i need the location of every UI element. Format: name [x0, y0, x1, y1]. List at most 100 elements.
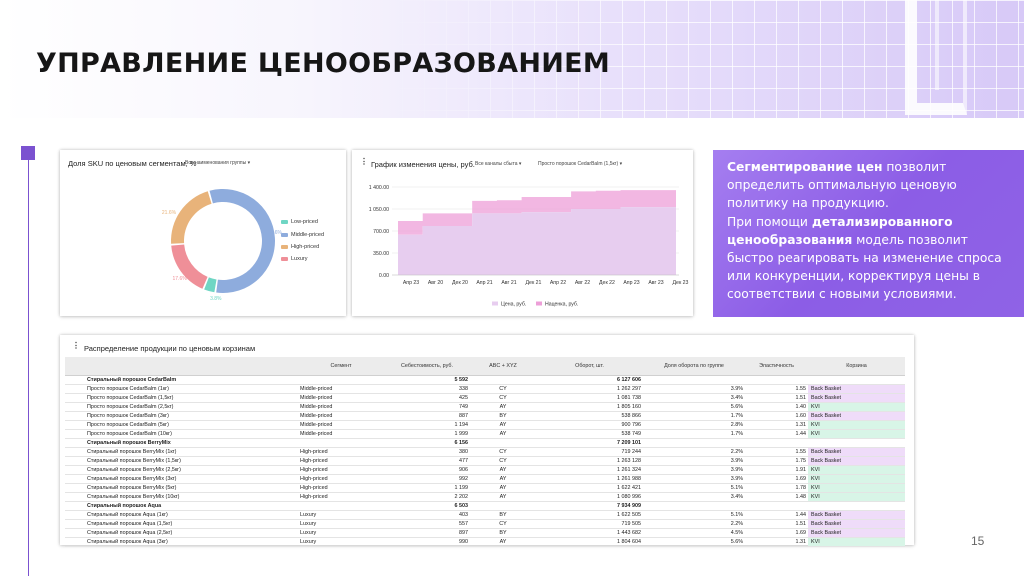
col-header-basket[interactable]: Корзина	[808, 357, 905, 376]
table-row[interactable]: Стиральный порошок Aqua (1,5кг) Luxury 557…	[65, 519, 905, 529]
cell-abc	[470, 375, 536, 385]
cell-elasticity	[745, 438, 808, 448]
table-row[interactable]: Просто порошок CedarBalm (10кг) Middle-pr…	[65, 429, 905, 439]
cell-turnover: 7 209 101	[536, 438, 643, 448]
cell-cost: 1 999	[384, 429, 470, 439]
cell-abc: AY	[470, 402, 536, 412]
cell-share: 3.4%	[643, 393, 745, 403]
donut-slice-middle-priced[interactable]	[209, 189, 275, 293]
cell-basket: Back Basket	[808, 411, 905, 421]
table-group-row[interactable]: Стиральный порошок CedarBalm 5 592 6 127 6…	[65, 375, 905, 385]
donut-slice-high-priced[interactable]	[171, 191, 212, 244]
cell-basket: Back Basket	[808, 456, 905, 466]
legend-middle-priced: Middle-priced	[281, 232, 324, 238]
table-row[interactable]: Просто порошок CedarBalm (2,5кг) Middle-p…	[65, 402, 905, 412]
cell-product: Стиральный порошок BerryMix (1,5кг)	[65, 456, 298, 466]
legend-label-low: Low-priced	[291, 219, 318, 225]
donut-slice-luxury[interactable]	[171, 244, 208, 289]
cell-product: Просто порошок CedarBalm (3кг)	[65, 411, 298, 421]
table-row[interactable]: Стиральный порошок BerryMix (1кг) High-pr…	[65, 447, 905, 457]
cell-share: 3.9%	[643, 465, 745, 475]
cell-basket: Back Basket	[808, 447, 905, 457]
cell-turnover: 1 804 604	[536, 537, 643, 547]
cell-elasticity	[745, 501, 808, 511]
swatch-luxury	[281, 256, 288, 261]
table-group-row[interactable]: Стиральный порошок BerryMix 6 156 7 209 10…	[65, 438, 905, 448]
cell-elasticity	[745, 375, 808, 385]
col-header-segment[interactable]: Сегмент	[298, 357, 384, 376]
cell-turnover: 1 622 421	[536, 483, 643, 493]
cell-turnover: 538 866	[536, 411, 643, 421]
cell-share: 2.8%	[643, 420, 745, 430]
table-row[interactable]: Стиральный порошок Aqua (2,5кг) Luxury 897…	[65, 528, 905, 538]
cell-abc: AY	[470, 429, 536, 439]
table-row[interactable]: Просто порошок CedarBalm (1кг) Middle-pri…	[65, 384, 905, 394]
table-row[interactable]: Стиральный порошок BerryMix (1,5кг) High-…	[65, 456, 905, 466]
cell-share: 3.9%	[643, 474, 745, 484]
col-header-turnover[interactable]: Оборот, шт.	[536, 357, 643, 376]
table-row[interactable]: Стиральный порошок BerryMix (2,5кг) High-…	[65, 465, 905, 475]
cell-segment: Middle-priced	[298, 384, 384, 394]
cell-cost: 6 503	[384, 501, 470, 511]
cell-segment: High-priced	[298, 483, 384, 493]
cell-elasticity: 1.40	[745, 402, 808, 412]
cell-cost: 887	[384, 411, 470, 421]
x-tick-label: Авг 20	[428, 280, 443, 286]
y-tick-label: 0.00	[379, 273, 389, 279]
cell-elasticity: 1.48	[745, 492, 808, 502]
cell-cost: 557	[384, 519, 470, 529]
cell-share: 4.5%	[643, 528, 745, 538]
table-row[interactable]: Стиральный порошок BerryMix (10кг) High-p…	[65, 492, 905, 502]
cell-turnover: 1 261 988	[536, 474, 643, 484]
cell-product: Стиральный порошок BerryMix (5кг)	[65, 483, 298, 493]
table-group-row[interactable]: Стиральный порошок Aqua 6 503 7 934 909	[65, 501, 905, 511]
accent-line	[28, 150, 29, 576]
y-tick-label: 1 400.00	[369, 185, 389, 191]
table-row[interactable]: Стиральный порошок Aqua (3кг) Luxury 990 AY…	[65, 537, 905, 547]
cell-basket: KVI	[808, 492, 905, 502]
cell-elasticity: 1.75	[745, 456, 808, 466]
cell-cost: 1 194	[384, 420, 470, 430]
more-vert-icon[interactable]: ⋮	[72, 341, 80, 350]
cell-share: 2.2%	[643, 519, 745, 529]
table-row[interactable]: Просто порошок CedarBalm (3кг) Middle-pri…	[65, 411, 905, 421]
cell-cost: 2 202	[384, 492, 470, 502]
cell-basket: KVI	[808, 429, 905, 439]
cell-product: Просто порошок CedarBalm (2,5кг)	[65, 402, 298, 412]
cell-cost: 897	[384, 528, 470, 538]
cell-turnover: 900 796	[536, 420, 643, 430]
cell-cost: 992	[384, 474, 470, 484]
table-row[interactable]: Просто порошок CedarBalm (5кг) Middle-pri…	[65, 420, 905, 430]
cell-elasticity: 1.31	[745, 537, 808, 547]
table-row[interactable]: Стиральный порошок Aqua (1кг) Luxury 403 BY…	[65, 510, 905, 520]
table-row[interactable]: Стиральный порошок BerryMix (3кг) High-pr…	[65, 474, 905, 484]
page-title: УПРАВЛЕНИЕ ЦЕНООБРАЗОВАНИЕМ	[36, 48, 611, 79]
cell-abc: CY	[470, 456, 536, 466]
cell-elasticity: 1.44	[745, 429, 808, 439]
x-tick-label: Дек 23	[673, 280, 689, 286]
x-tick-label: Авг 22	[575, 280, 590, 286]
x-tick-label: Авг 21	[501, 280, 516, 286]
table-row[interactable]: Просто порошок CedarBalm (1,5кг) Middle-p…	[65, 393, 905, 403]
cell-cost: 477	[384, 456, 470, 466]
col-header[interactable]	[65, 357, 298, 376]
cell-basket: Back Basket	[808, 393, 905, 403]
col-header-cost[interactable]: Себестоимость, руб.	[384, 357, 470, 376]
cell-turnover: 1 081 738	[536, 393, 643, 403]
x-tick-label: Дек 21	[526, 280, 542, 286]
legend-high-priced: High-priced	[281, 244, 319, 250]
cell-product: Просто порошок CedarBalm (5кг)	[65, 420, 298, 430]
col-header-elasticity[interactable]: Эластичность	[745, 357, 808, 376]
table-row[interactable]: Стиральный порошок BerryMix (5кг) High-pr…	[65, 483, 905, 493]
cell-product: Просто порошок CedarBalm (1,5кг)	[65, 393, 298, 403]
legend-luxury: Luxury	[281, 256, 308, 262]
cell-basket	[808, 438, 905, 448]
price-chart-card: ⋮ График изменения цены, руб. Все каналы…	[352, 150, 693, 316]
cell-abc	[470, 501, 536, 511]
cell-segment	[298, 438, 384, 448]
legend-swatch	[536, 301, 542, 306]
col-header-share[interactable]: Доля оборота по группе	[643, 357, 745, 376]
x-tick-label: Апр 23	[623, 280, 639, 286]
cell-abc: CY	[470, 519, 536, 529]
col-header-abc[interactable]: ABC + XYZ	[470, 357, 536, 376]
